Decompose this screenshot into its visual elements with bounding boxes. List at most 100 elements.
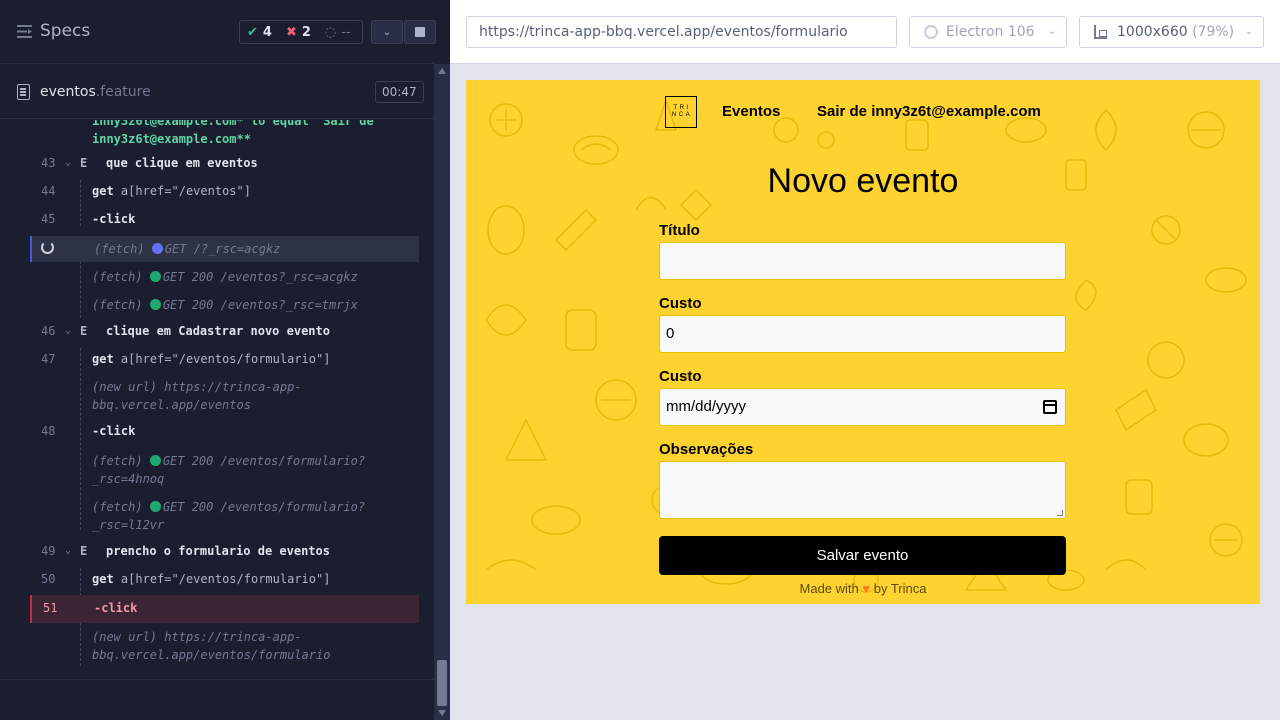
runner-header: Specs ✔ 4 ✖ 2 ◌ -- ⌄ [0, 0, 436, 64]
log-command[interactable]: 48 -click [30, 420, 419, 442]
log-fetch[interactable]: (fetch) GET 200 /eventos?_rsc=tmrjx [30, 294, 419, 316]
command-text: -click [94, 601, 138, 615]
spec-file-name[interactable]: eventos.feature [40, 84, 151, 100]
trinca-logo[interactable]: TRI NCA [665, 96, 697, 128]
status-dot-icon [149, 271, 161, 282]
fetch-event: (fetch) GET 200 /eventos?_rsc=tmrjx [92, 298, 358, 312]
chevron-down-icon: ⌄ [1047, 26, 1056, 37]
status-dot-icon [149, 501, 161, 512]
chevron-down-icon: ⌄ [382, 26, 392, 38]
stop-icon [415, 27, 425, 37]
step-keyword: E [80, 544, 88, 558]
log-step[interactable]: 49 ⌄ E prencho o formulario de eventos [30, 540, 419, 562]
command-log-scrollbar[interactable] [434, 64, 450, 720]
loading-spinner-icon [41, 241, 54, 254]
x-icon: ✖ [285, 24, 297, 40]
options-button[interactable]: ⌄ [371, 20, 403, 44]
chevron-down-icon[interactable]: ⌄ [65, 157, 71, 168]
log-continuation: inny3z6t@example.com* to equal "Sair de [92, 120, 374, 128]
line-number: 49 [41, 544, 56, 558]
scroll-down-icon[interactable] [438, 710, 446, 716]
date-input[interactable]: mm/dd/yyyy [659, 388, 1066, 426]
fetch-event: (fetch) GET /?_rsc=acgkz [94, 242, 281, 256]
log-command-failed[interactable]: 51 -click [30, 595, 419, 623]
log-fetch[interactable]: (fetch) GET 200 /eventos/formulario? _rsc… [30, 450, 419, 490]
calendar-icon[interactable] [1043, 400, 1057, 414]
line-number: 48 [41, 424, 56, 438]
viewport-scale: (79%) [1192, 24, 1235, 40]
log-command[interactable]: 50 get a[href="/eventos/formulario"] [30, 568, 419, 590]
heart-icon: ♥ [862, 581, 871, 596]
status-dot-icon [151, 243, 163, 254]
log-fetch[interactable]: (fetch) GET 200 /eventos?_rsc=acgkz [30, 266, 419, 288]
log-command[interactable]: 45 -click [30, 208, 419, 230]
app-footer: Made with ♥ by Trinca [799, 581, 927, 596]
divider [0, 679, 434, 680]
run-duration: 00:47 [375, 81, 424, 103]
page-title: Novo evento [767, 162, 959, 200]
step-keyword: E [80, 156, 88, 170]
status-dot-icon [149, 455, 161, 466]
stop-button[interactable] [404, 20, 436, 44]
ruler-icon [1094, 25, 1107, 39]
log-command[interactable]: 44 get a[href="/eventos"] [30, 180, 419, 202]
browser-icon [924, 25, 938, 39]
titulo-input[interactable] [659, 242, 1066, 280]
line-number: 50 [41, 572, 56, 586]
aut-header: https://trinca-app-bbq.vercel.app/evento… [450, 0, 1280, 64]
command-text: get a[href="/eventos/formulario"] [92, 352, 331, 366]
chevron-down-icon[interactable]: ⌄ [65, 325, 71, 336]
fetch-event: (fetch) GET 200 /eventos/formulario? _rsc… [92, 454, 366, 486]
log-new-url[interactable]: (new url) https://trinca-app-bbq.vercel.… [30, 626, 419, 666]
observacoes-textarea[interactable] [659, 461, 1066, 519]
line-number: 51 [43, 601, 58, 615]
specs-label[interactable]: Specs [40, 21, 90, 41]
fetch-event: (fetch) GET 200 /eventos/formulario? _rsc… [92, 500, 366, 532]
url-bar[interactable]: https://trinca-app-bbq.vercel.app/evento… [466, 16, 897, 48]
app-under-test: TRI NCA Eventos Sair de inny3z6t@example.… [466, 80, 1260, 604]
resize-handle-icon[interactable] [1057, 510, 1063, 516]
passed-count: ✔ 4 [247, 24, 272, 40]
date-label: Custo [659, 368, 702, 385]
line-number: 43 [41, 156, 56, 170]
runner-panel: Specs ✔ 4 ✖ 2 ◌ -- ⌄ eventos.feature 00:47 … [0, 0, 450, 720]
new-url-event: (new url) https://trinca-app-bbq.vercel.… [92, 380, 302, 412]
custo-input[interactable]: 0 [659, 315, 1066, 353]
custo-label: Custo [659, 295, 702, 312]
line-number: 45 [41, 212, 56, 226]
log-step[interactable]: 46 ⌄ E clique em Cadastrar novo evento [30, 320, 419, 342]
nav-logout-link[interactable]: Sair de inny3z6t@example.com [817, 103, 1041, 120]
scrollbar-thumb[interactable] [437, 660, 447, 706]
log-command[interactable]: 47 get a[href="/eventos/formulario"] [30, 348, 419, 370]
step-keyword: E [80, 324, 88, 338]
titulo-label: Título [659, 222, 700, 239]
log-step[interactable]: 43 ⌄ E que clique em eventos [30, 152, 419, 174]
log-fetch-pending[interactable]: (fetch) GET /?_rsc=acgkz [30, 236, 419, 262]
line-number: 44 [41, 184, 56, 198]
chevron-down-icon: ⌄ [1244, 26, 1253, 37]
nav-eventos-link[interactable]: Eventos [722, 103, 780, 120]
browser-label: Electron 106 [946, 24, 1035, 40]
log-new-url[interactable]: (new url) https://trinca-app-bbq.vercel.… [30, 376, 419, 416]
menu-lines-icon[interactable] [17, 25, 32, 38]
log-fetch[interactable]: (fetch) GET 200 /eventos/formulario? _rsc… [30, 496, 419, 536]
step-text: clique em Cadastrar novo evento [106, 324, 330, 338]
line-number: 46 [41, 324, 56, 338]
chevron-down-icon[interactable]: ⌄ [65, 545, 71, 556]
document-icon [17, 84, 30, 100]
browser-selector[interactable]: Electron 106 ⌄ [909, 16, 1067, 48]
observacoes-label: Observações [659, 441, 754, 458]
viewport-selector[interactable]: 1000x660 (79%) ⌄ [1079, 16, 1264, 48]
command-text: get a[href="/eventos"] [92, 184, 251, 198]
step-text: que clique em eventos [106, 156, 258, 170]
test-stats: ✔ 4 ✖ 2 ◌ -- [239, 20, 363, 44]
command-text: -click [92, 212, 136, 226]
command-text: -click [92, 424, 136, 438]
command-log: inny3z6t@example.com* to equal "Sair de … [0, 120, 434, 667]
check-icon: ✔ [247, 24, 258, 40]
failed-count: ✖ 2 [285, 24, 311, 40]
save-event-button[interactable]: Salvar evento [659, 536, 1066, 575]
scroll-up-icon[interactable] [438, 68, 446, 74]
step-text: prencho o formulario de eventos [106, 544, 330, 558]
status-dot-icon [149, 299, 161, 310]
